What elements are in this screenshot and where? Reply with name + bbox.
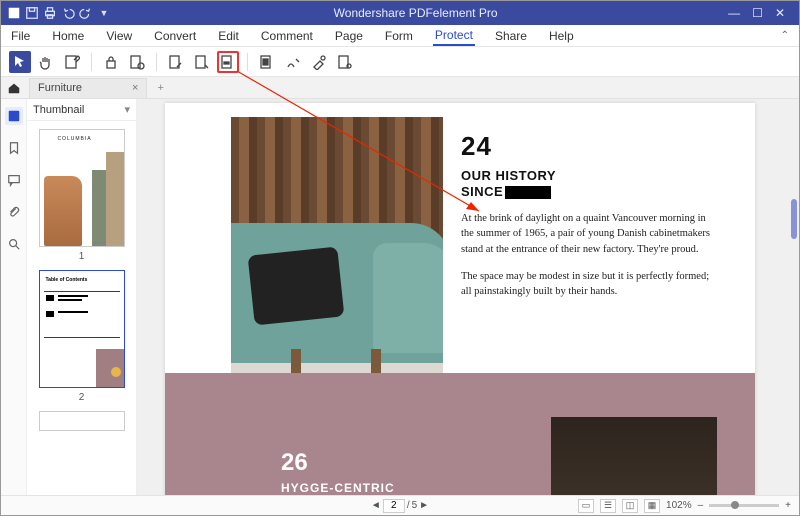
section-number: 24 [461,131,721,162]
page-image [231,117,443,393]
menu-help[interactable]: Help [547,27,576,45]
search-redact-button[interactable] [282,51,304,73]
document-tab-label: Furniture [38,82,82,94]
status-bar: ◄ / 5 ► ▭ ☰ ◫ ▦ 102% – + [1,495,799,515]
sign-document-button[interactable] [165,51,187,73]
body-paragraph: At the brink of daylight on a quaint Van… [461,211,721,257]
search-panel-button[interactable] [5,235,23,253]
redaction-properties-button[interactable] [334,51,356,73]
menu-protect[interactable]: Protect [433,26,475,46]
page-thumbnail[interactable]: Table of Contents 2 [35,270,128,403]
zoom-value: 102% [666,500,692,511]
page-number-input[interactable] [383,499,405,513]
password-button[interactable] [100,51,122,73]
print-icon[interactable] [43,6,57,20]
maximize-button[interactable]: ☐ [752,6,763,20]
cursor-tool-button[interactable] [9,51,31,73]
page-lower-band: 26 HYGGE-CENTRIC [165,373,755,497]
menu-file[interactable]: File [9,27,32,45]
menu-comment[interactable]: Comment [259,27,315,45]
side-rail [1,99,27,497]
menu-form[interactable]: Form [383,27,415,45]
attachments-panel-button[interactable] [5,203,23,221]
title-bar: ▼ Wondershare PDFelement Pro ― ☐ ✕ [1,1,799,25]
section-number: 26 [281,449,308,477]
qat-dropdown-icon[interactable]: ▼ [97,6,111,20]
menu-home[interactable]: Home [50,27,86,45]
protect-toolbar [1,47,799,77]
view-continuous-button[interactable]: ☰ [600,499,616,513]
thumb-label: COLUMBIA [46,136,104,142]
mark-redaction-button[interactable] [217,51,239,73]
whiteout-button[interactable] [308,51,330,73]
page-thumbnail[interactable]: COLUMBIA 1 [35,129,128,262]
validate-signatures-button[interactable] [191,51,213,73]
redaction-mark[interactable] [505,186,551,199]
close-window-button[interactable]: ✕ [775,6,785,20]
view-facing-button[interactable]: ◫ [622,499,638,513]
document-tab-strip: Furniture × + [1,77,799,99]
page-thumbnail[interactable] [35,411,128,431]
menu-bar: File Home View Convert Edit Comment Page… [1,25,799,47]
zoom-in-button[interactable]: + [785,500,791,511]
page-text-column: 24 OUR HISTORY SINCE At the brink of day… [461,131,721,299]
zoom-slider[interactable] [709,504,779,507]
comments-panel-button[interactable] [5,171,23,189]
document-viewer[interactable]: 24 OUR HISTORY SINCE At the brink of day… [137,99,799,497]
thumbnail-panel-button[interactable] [5,107,23,125]
thumbnail-panel-menu-icon[interactable]: ▾ [124,103,130,116]
menu-convert[interactable]: Convert [152,27,198,45]
menu-page[interactable]: Page [333,27,365,45]
zoom-out-button[interactable]: – [698,500,704,511]
redo-icon[interactable] [79,6,93,20]
pdf-page: 24 OUR HISTORY SINCE At the brink of day… [165,103,755,497]
page-navigator: ◄ / 5 ► [371,499,429,513]
thumb-page-number: 2 [35,392,128,403]
save-icon[interactable] [25,6,39,20]
section-heading: OUR HISTORY SINCE [461,168,721,199]
ribbon-collapse-icon[interactable]: ⌃ [781,30,789,41]
app-logo-icon [7,6,21,20]
thumb-page-number: 1 [35,251,128,262]
menu-share[interactable]: Share [493,27,529,45]
edit-tool-button[interactable] [61,51,83,73]
thumbnail-panel-title: Thumbnail [33,104,84,116]
page-sep: / [407,500,410,511]
document-tab[interactable]: Furniture × [29,78,147,98]
page-image [551,417,717,497]
permissions-button[interactable] [126,51,148,73]
vertical-scrollbar[interactable] [791,199,797,239]
thumbnail-panel: Thumbnail ▾ COLUMBIA 1 Table of Contents [27,99,137,497]
home-tab-icon[interactable] [7,81,21,95]
close-tab-icon[interactable]: × [132,82,138,94]
new-tab-button[interactable]: + [157,82,163,94]
next-page-button[interactable]: ► [419,500,429,511]
view-single-button[interactable]: ▭ [578,499,594,513]
apply-redaction-button[interactable] [256,51,278,73]
menu-edit[interactable]: Edit [216,27,241,45]
prev-page-button[interactable]: ◄ [371,500,381,511]
section-heading: HYGGE-CENTRIC [281,481,395,495]
undo-icon[interactable] [61,6,75,20]
minimize-button[interactable]: ― [728,6,740,20]
body-paragraph: The space may be modest in size but it i… [461,269,721,299]
bookmark-panel-button[interactable] [5,139,23,157]
menu-view[interactable]: View [104,27,134,45]
thumb-label: Table of Contents [46,277,88,283]
hand-tool-button[interactable] [35,51,57,73]
main-area: Thumbnail ▾ COLUMBIA 1 Table of Contents [1,99,799,497]
quick-access-toolbar: ▼ [1,6,117,20]
page-total: 5 [412,500,418,511]
view-grid-button[interactable]: ▦ [644,499,660,513]
window-title: Wondershare PDFelement Pro [117,6,714,20]
